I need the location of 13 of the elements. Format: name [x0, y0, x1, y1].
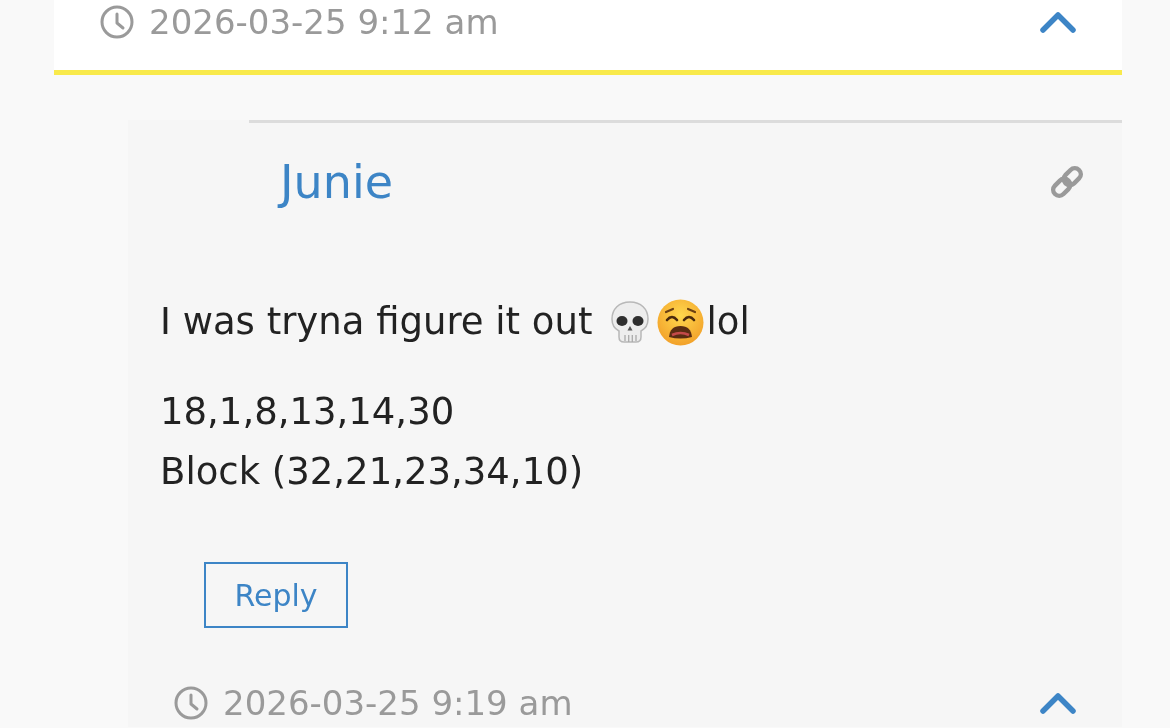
skull-emoji-icon [609, 300, 652, 344]
comment-text: I was tryna figure it out [160, 299, 593, 345]
chevron-up-icon[interactable] [1040, 11, 1076, 33]
comment-timestamp: 2026-03-25 9:12 am [149, 2, 499, 42]
clock-icon [174, 686, 208, 720]
comment-text: Block (32,21,23,34,10) [160, 449, 584, 495]
weary-face-emoji-icon [657, 298, 705, 346]
comment-text: 18,1,8,13,14,30 [160, 389, 455, 435]
reply-button[interactable]: Reply [204, 562, 348, 628]
clock-icon [100, 5, 134, 39]
comment-timestamp: 2026-03-25 9:19 am [223, 683, 573, 723]
chevron-up-icon[interactable] [1040, 692, 1076, 714]
comment-text: lol [706, 299, 750, 345]
